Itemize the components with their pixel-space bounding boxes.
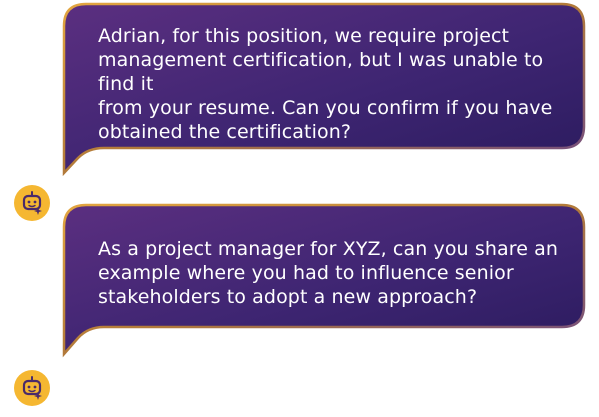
message-text-2: As a project manager for XYZ, can you sh… — [98, 238, 559, 308]
message-text-1: Adrian, for this position, we require pr… — [98, 25, 553, 143]
bot-face-icon — [22, 376, 42, 400]
bot-avatar-1 — [14, 185, 50, 221]
bot-avatar-2 — [14, 370, 50, 406]
chat-thread: Adrian, for this position, we require pr… — [0, 0, 599, 417]
bot-face-icon — [22, 191, 42, 215]
